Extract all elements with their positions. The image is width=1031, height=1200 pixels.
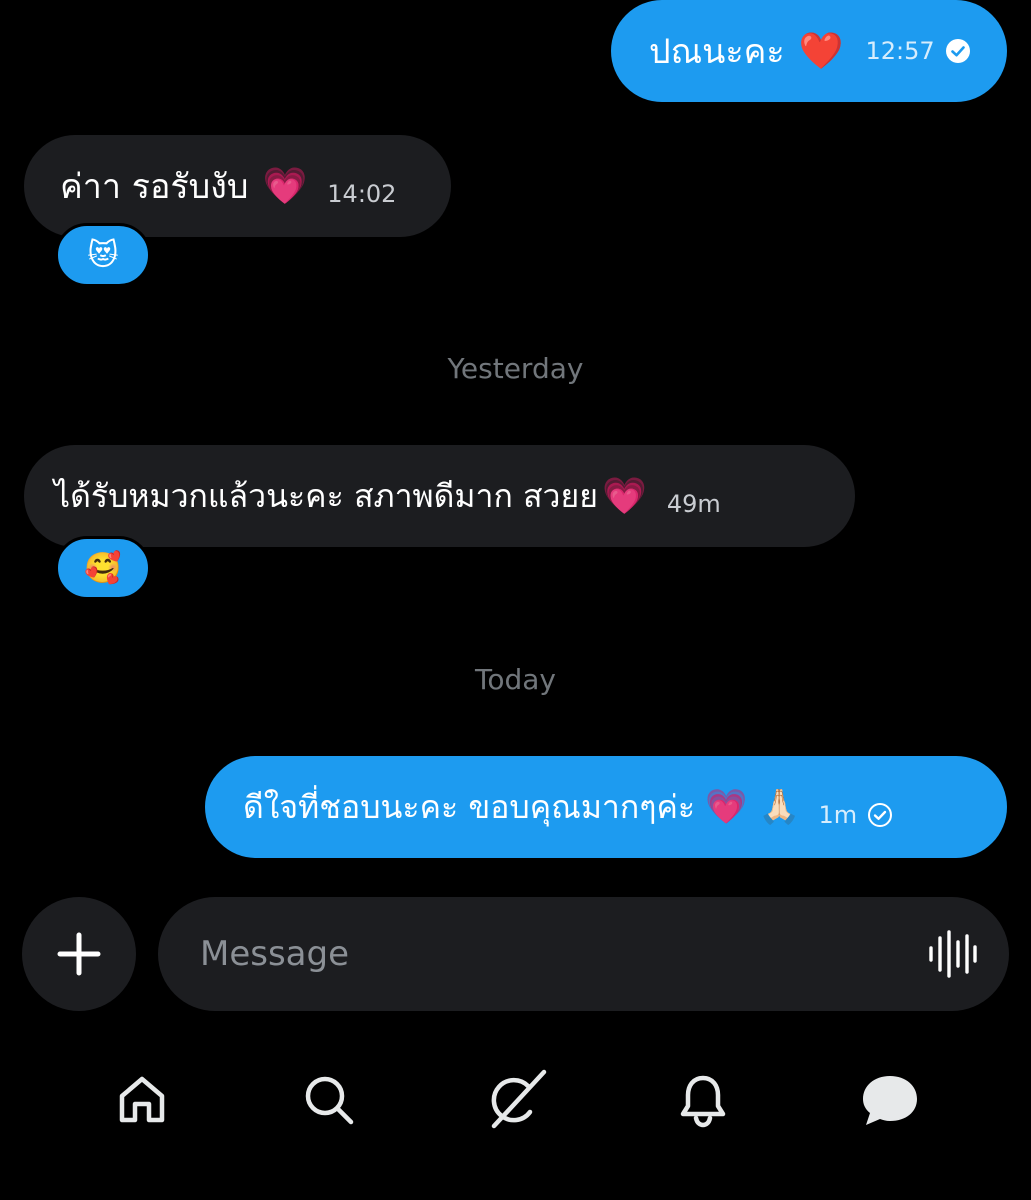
voice-message-icon[interactable]	[927, 930, 979, 978]
pink-heart-emoji: 💗	[262, 166, 308, 207]
pink-heart-emoji: 💗	[602, 476, 647, 517]
message-timestamp: 49m	[666, 490, 721, 518]
outgoing-message-bubble[interactable]: ปณนะคะ ❤️ 12:57	[611, 0, 1007, 102]
home-icon	[119, 1076, 164, 1123]
message-text: ค่าา รอรับงับ	[60, 167, 249, 207]
date-separator-yesterday: Yesterday	[447, 352, 584, 385]
reaction-emoji: 🥰	[84, 550, 122, 586]
nav-search[interactable]	[289, 1060, 369, 1140]
sent-check-icon	[945, 39, 970, 63]
nav-notifications[interactable]	[663, 1060, 743, 1140]
incoming-message-bubble[interactable]: ได้รับหมวกแล้วนะคะ สภาพดีมาก สวยย 💗 49m	[24, 445, 855, 547]
message-text: ดีใจที่ชอบนะคะ ขอบคุณมากๆค่ะ	[243, 787, 696, 826]
nav-home[interactable]	[102, 1060, 182, 1140]
grok-icon	[491, 1069, 546, 1129]
message-text: ได้รับหมวกแล้วนะคะ สภาพดีมาก สวยย	[54, 476, 599, 515]
search-icon	[305, 1076, 353, 1125]
notifications-icon	[680, 1075, 725, 1128]
message-composer	[158, 897, 1009, 1011]
message-input[interactable]	[200, 934, 927, 974]
nav-messages[interactable]	[850, 1060, 930, 1140]
reaction-emoji: 😻	[87, 237, 119, 273]
date-separator-today: Today	[475, 663, 556, 696]
message-reaction[interactable]: 🥰	[55, 536, 151, 600]
message-timestamp: 12:57	[865, 37, 935, 65]
message-timestamp: 1m	[818, 801, 858, 829]
message-timestamp: 14:02	[327, 180, 397, 208]
bottom-navigation	[0, 1050, 1031, 1150]
heart-emoji: ❤️	[798, 31, 844, 72]
message-reaction[interactable]: 😻	[55, 223, 151, 287]
nav-grok[interactable]	[476, 1060, 556, 1140]
messages-icon	[862, 1076, 917, 1125]
plus-icon	[57, 932, 101, 976]
sent-check-icon	[868, 803, 893, 827]
add-attachment-button[interactable]	[22, 897, 136, 1011]
incoming-message-bubble[interactable]: ค่าา รอรับงับ 💗 14:02	[24, 135, 451, 237]
heart-pray-emoji: 💗 🙏🏻	[705, 787, 801, 827]
outgoing-message-bubble[interactable]: ดีใจที่ชอบนะคะ ขอบคุณมากๆค่ะ 💗 🙏🏻 1m	[205, 756, 1007, 858]
message-text: ปณนะคะ	[649, 32, 785, 72]
